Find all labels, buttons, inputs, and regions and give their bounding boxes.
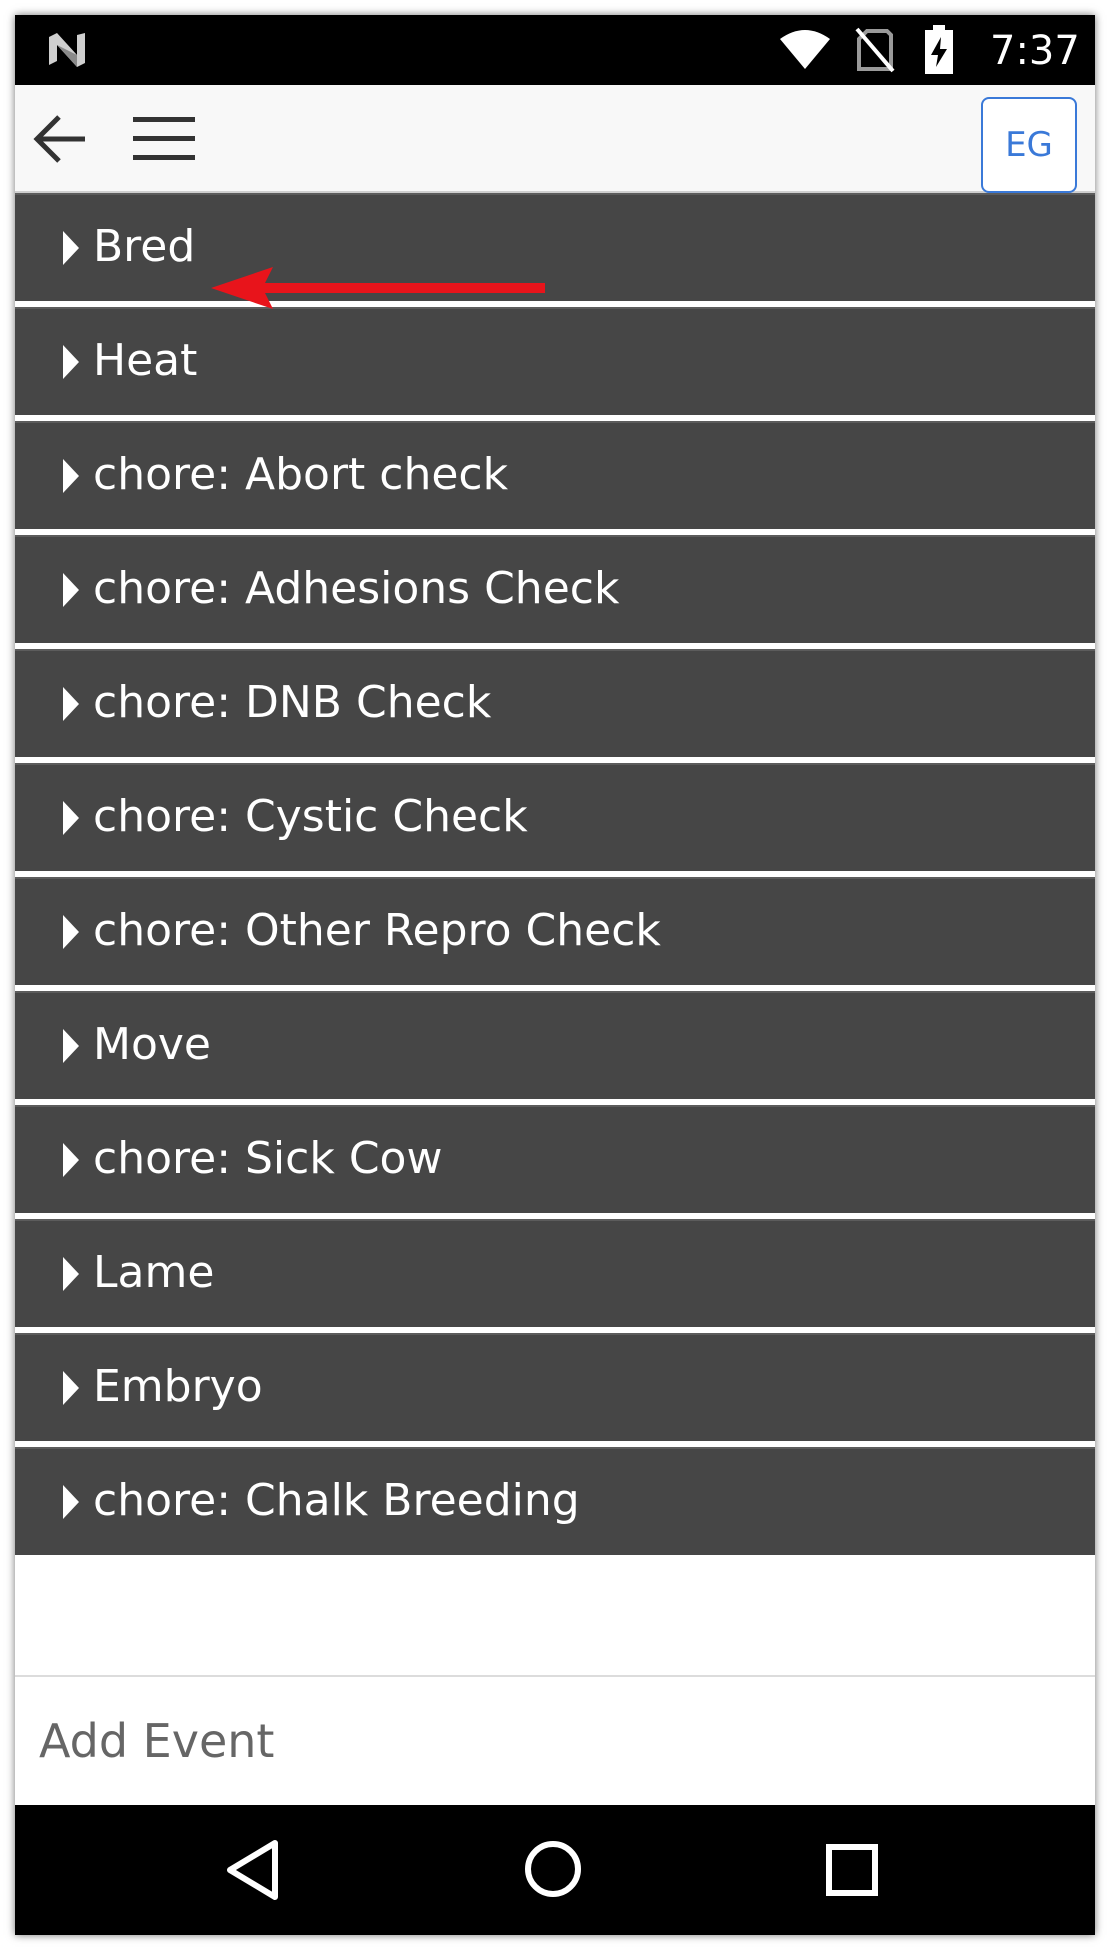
no-sim-icon	[855, 27, 895, 78]
caret-right-icon	[63, 459, 79, 493]
event-type-list: Bred Heat chore: Abort check chore: Adhe…	[15, 193, 1095, 1561]
event-item-label: chore: Abort check	[93, 449, 509, 500]
event-item-label: chore: DNB Check	[93, 677, 492, 728]
event-item-label: Embryo	[93, 1361, 263, 1412]
app-toolbar: EG	[15, 85, 1095, 193]
event-item-label: Move	[93, 1019, 211, 1070]
event-item-lame[interactable]: Lame	[15, 1219, 1095, 1327]
caret-right-icon	[63, 915, 79, 949]
event-item-chalk-breeding[interactable]: chore: Chalk Breeding	[15, 1447, 1095, 1555]
caret-right-icon	[63, 1485, 79, 1519]
caret-right-icon	[63, 687, 79, 721]
system-navigation-bar	[15, 1805, 1095, 1935]
event-item-cystic-check[interactable]: chore: Cystic Check	[15, 763, 1095, 871]
nav-back-icon[interactable]	[225, 1839, 281, 1906]
nav-home-icon[interactable]	[523, 1839, 583, 1904]
caret-right-icon	[63, 1257, 79, 1291]
caret-right-icon	[63, 573, 79, 607]
event-item-heat[interactable]: Heat	[15, 307, 1095, 415]
nav-recents-icon[interactable]	[825, 1843, 879, 1902]
arrow-left-icon	[33, 115, 85, 163]
list-footer-spacer	[15, 1600, 1095, 1677]
caret-right-icon	[63, 1143, 79, 1177]
caret-right-icon	[63, 1029, 79, 1063]
caret-right-icon	[63, 1371, 79, 1405]
event-item-dnb-check[interactable]: chore: DNB Check	[15, 649, 1095, 757]
caret-right-icon	[63, 801, 79, 835]
event-item-adhesions-check[interactable]: chore: Adhesions Check	[15, 535, 1095, 643]
event-item-label: Heat	[93, 335, 198, 386]
event-item-label: chore: Other Repro Check	[93, 905, 661, 956]
user-avatar-button[interactable]: EG	[981, 97, 1077, 193]
status-bar: 7:37	[15, 15, 1095, 85]
annotation-arrow-icon	[211, 263, 551, 318]
add-event-row[interactable]: Add Event	[15, 1677, 1095, 1805]
event-item-label: Lame	[93, 1247, 215, 1298]
event-item-label: chore: Chalk Breeding	[93, 1475, 580, 1526]
event-item-other-repro-check[interactable]: chore: Other Repro Check	[15, 877, 1095, 985]
event-item-embryo[interactable]: Embryo	[15, 1333, 1095, 1441]
event-item-sick-cow[interactable]: chore: Sick Cow	[15, 1105, 1095, 1213]
add-event-label: Add Event	[39, 1714, 275, 1768]
device-screen: 7:37 EG Bred Heat chore: Abort check cho…	[15, 15, 1095, 1935]
wifi-icon	[778, 29, 832, 76]
event-item-label: chore: Cystic Check	[93, 791, 528, 842]
event-item-label: chore: Sick Cow	[93, 1133, 443, 1184]
status-time: 7:37	[990, 28, 1080, 74]
event-item-label: Bred	[93, 221, 196, 272]
caret-right-icon	[63, 345, 79, 379]
event-item-abort-check[interactable]: chore: Abort check	[15, 421, 1095, 529]
caret-right-icon	[63, 231, 79, 265]
hamburger-menu-icon	[133, 117, 195, 160]
menu-button[interactable]	[133, 113, 197, 165]
n-logo-icon	[45, 31, 89, 74]
event-item-bred[interactable]: Bred	[15, 193, 1095, 301]
event-item-move[interactable]: Move	[15, 991, 1095, 1099]
event-item-label: chore: Adhesions Check	[93, 563, 620, 614]
battery-charging-icon	[923, 25, 955, 80]
back-button[interactable]	[33, 111, 89, 167]
